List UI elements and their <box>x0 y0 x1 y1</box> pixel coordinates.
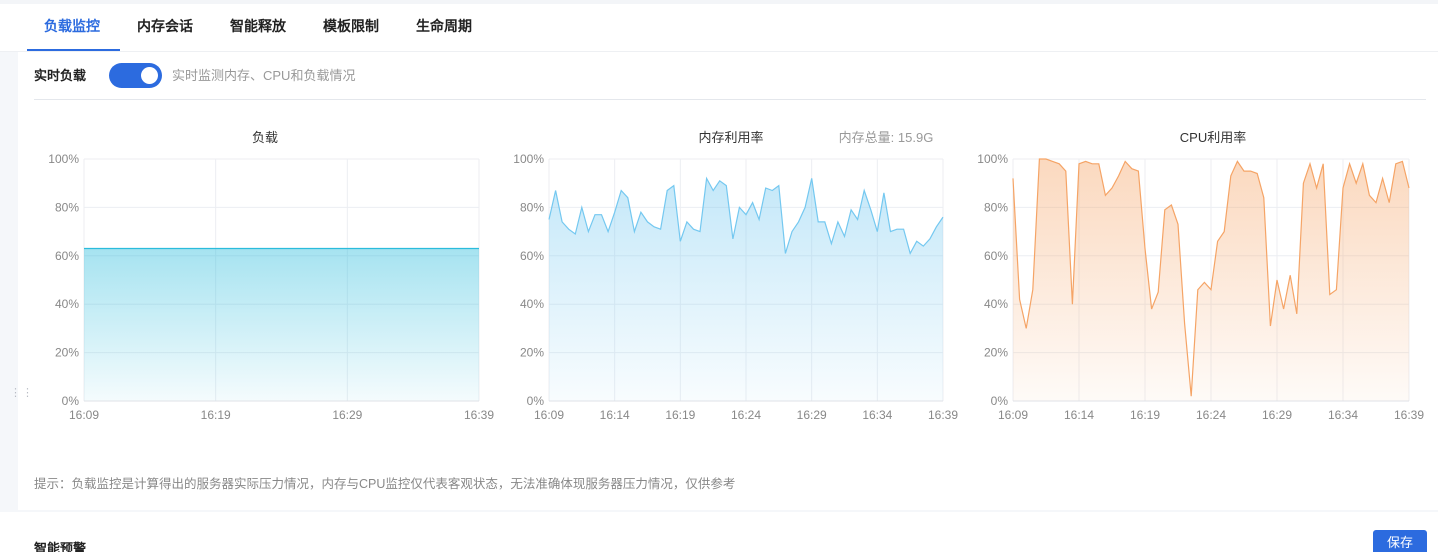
y-tick-label: 80% <box>520 200 544 214</box>
y-tick-label: 100% <box>513 152 544 166</box>
x-tick-label: 16:29 <box>797 408 827 422</box>
x-tick-label: 16:39 <box>464 408 494 422</box>
x-tick-label: 16:34 <box>862 408 892 422</box>
charts-area: 负载100%80%60%40%20%0%16:09 16:19 16:29 16:39… <box>48 130 1424 422</box>
x-tick-label: 16:14 <box>600 408 630 422</box>
y-tick-label: 0% <box>527 394 545 408</box>
x-tick-label: 16:24 <box>731 408 761 422</box>
save-button[interactable]: 保存 <box>1373 530 1427 552</box>
x-tick-label: 16:19 <box>1130 408 1160 422</box>
x-tick-label: 16:39 <box>1394 408 1424 422</box>
y-tick-label: 0% <box>991 394 1009 408</box>
chart-subtitle: 内存总量: 15.9G <box>839 130 934 145</box>
y-tick-label: 60% <box>55 249 79 263</box>
y-tick-label: 100% <box>977 152 1008 166</box>
alert-section <box>0 512 1438 552</box>
chart-title: 内存利用率 <box>698 130 763 145</box>
y-tick-label: 80% <box>55 200 79 214</box>
y-tick-label: 100% <box>48 152 79 166</box>
x-tick-label: 16:14 <box>1064 408 1094 422</box>
y-tick-label: 0% <box>62 394 80 408</box>
hint-text: 提示：负载监控是计算得出的服务器实际压力情况，内存与CPU监控仅代表客观状态，无… <box>34 477 736 491</box>
y-tick-label: 20% <box>520 346 544 360</box>
y-tick-label: 20% <box>55 346 79 360</box>
x-tick-label: 16:24 <box>1196 408 1226 422</box>
y-tick-label: 40% <box>520 297 544 311</box>
x-tick-label: 16:19 <box>665 408 695 422</box>
y-tick-label: 40% <box>55 297 79 311</box>
y-tick-label: 60% <box>520 249 544 263</box>
x-tick-label: 16:19 <box>201 408 231 422</box>
y-tick-label: 40% <box>984 297 1008 311</box>
smart-alert-title: 智能预警 <box>34 541 87 552</box>
chart-title: CPU利用率 <box>1180 130 1246 145</box>
x-tick-label: 16:09 <box>534 408 564 422</box>
x-tick-label: 16:39 <box>928 408 958 422</box>
y-tick-label: 20% <box>984 346 1008 360</box>
y-tick-label: 80% <box>984 200 1008 214</box>
x-tick-label: 16:29 <box>332 408 362 422</box>
x-tick-label: 16:34 <box>1328 408 1358 422</box>
x-tick-label: 16:29 <box>1262 408 1292 422</box>
chart-title: 负载 <box>252 130 278 145</box>
series-area <box>84 248 479 401</box>
x-tick-label: 16:09 <box>998 408 1028 422</box>
x-tick-label: 16:09 <box>69 408 99 422</box>
y-tick-label: 60% <box>984 249 1008 263</box>
